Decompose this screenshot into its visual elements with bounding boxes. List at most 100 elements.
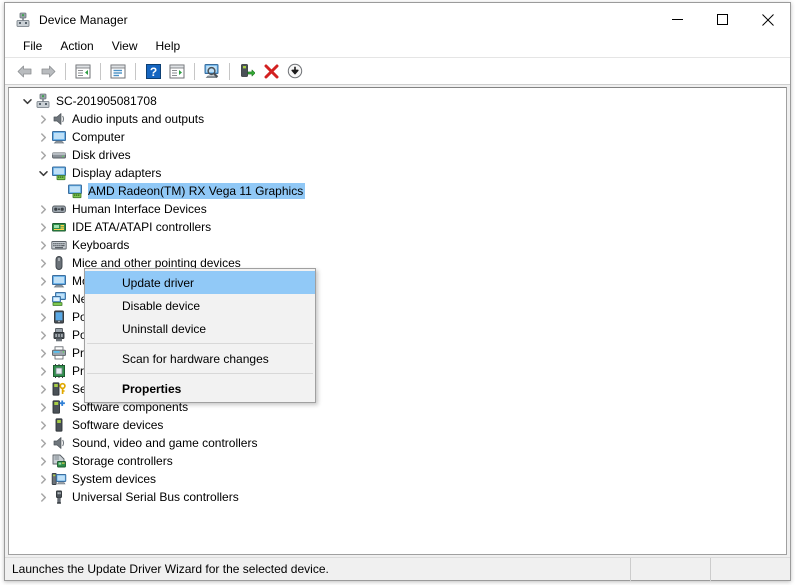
menu-help[interactable]: Help	[147, 37, 190, 56]
context-menu-item-update-driver[interactable]: Update driver	[85, 271, 315, 294]
monitor-icon	[51, 273, 67, 289]
show-action-pane-icon[interactable]	[165, 60, 189, 83]
toolbar-separator	[135, 62, 136, 80]
tree-row-label: Disk drives	[72, 148, 131, 162]
chevron-right-icon[interactable]	[35, 326, 51, 344]
disk-drive-icon	[51, 147, 67, 163]
security-device-icon	[51, 381, 67, 397]
chevron-down-icon[interactable]	[19, 92, 35, 110]
chevron-right-icon[interactable]	[35, 344, 51, 362]
network-adapter-icon	[51, 291, 67, 307]
tree-row-label: Keyboards	[72, 238, 130, 252]
update-driver-icon[interactable]	[235, 60, 259, 83]
tree-row[interactable]: Sound, video and game controllers	[9, 434, 786, 452]
show-hide-console-tree-icon[interactable]	[71, 60, 95, 83]
tree-row-selected[interactable]: AMD Radeon(TM) RX Vega 11 Graphics	[9, 182, 786, 200]
chevron-right-icon[interactable]	[35, 218, 51, 236]
status-bar: Launches the Update Driver Wizard for th…	[5, 557, 790, 581]
display-adapter-icon	[51, 165, 67, 181]
hid-icon	[51, 201, 67, 217]
context-menu-item-uninstall-device[interactable]: Uninstall device	[85, 317, 315, 340]
tree-row-label: IDE ATA/ATAPI controllers	[72, 220, 212, 234]
chevron-right-icon[interactable]	[35, 110, 51, 128]
chevron-right-icon[interactable]	[35, 236, 51, 254]
monitor-icon	[51, 129, 67, 145]
processor-icon	[51, 363, 67, 379]
tree-row[interactable]: Software devices	[9, 416, 786, 434]
chevron-right-icon[interactable]	[35, 128, 51, 146]
tree-row[interactable]: IDE ATA/ATAPI controllers	[9, 218, 786, 236]
help-icon[interactable]: ?	[141, 60, 165, 83]
tree-row-label: Universal Serial Bus controllers	[72, 490, 239, 504]
tree-row[interactable]: System devices	[9, 470, 786, 488]
uninstall-device-icon[interactable]	[259, 60, 283, 83]
port-icon	[51, 327, 67, 343]
chevron-right-icon[interactable]	[35, 146, 51, 164]
menu-view[interactable]: View	[103, 37, 147, 56]
forward-icon[interactable]	[36, 60, 60, 83]
tree-row[interactable]: Human Interface Devices	[9, 200, 786, 218]
menu-file[interactable]: File	[14, 37, 51, 56]
speaker-icon	[51, 111, 67, 127]
menu-separator	[87, 373, 313, 374]
storage-controller-icon	[51, 453, 67, 469]
tree-row-label: Computer	[72, 130, 125, 144]
tree-row[interactable]: Display adapters	[9, 164, 786, 182]
chevron-right-icon[interactable]	[35, 362, 51, 380]
computer-root-icon	[35, 93, 51, 109]
chevron-right-icon[interactable]	[35, 398, 51, 416]
chevron-right-icon[interactable]	[35, 290, 51, 308]
chevron-right-icon[interactable]	[35, 308, 51, 326]
chevron-right-icon[interactable]	[35, 434, 51, 452]
chevron-down-icon[interactable]	[35, 164, 51, 182]
tree-row[interactable]: Universal Serial Bus controllers	[9, 488, 786, 506]
chevron-right-icon[interactable]	[35, 380, 51, 398]
device-manager-window: Device Manager File Action View Help ? S…	[4, 2, 791, 581]
close-button[interactable]	[745, 3, 790, 36]
tree-row-label: Display adapters	[72, 166, 162, 180]
tree-row[interactable]: Computer	[9, 128, 786, 146]
tree-row-label: System devices	[72, 472, 157, 486]
chevron-right-icon[interactable]	[35, 488, 51, 506]
printer-icon	[51, 345, 67, 361]
software-component-icon	[51, 399, 67, 415]
back-icon[interactable]	[12, 60, 36, 83]
context-menu-item-properties[interactable]: Properties	[85, 377, 315, 400]
tree-row[interactable]: Disk drives	[9, 146, 786, 164]
properties-icon[interactable]	[106, 60, 130, 83]
ide-controller-icon	[51, 219, 67, 235]
chevron-right-icon[interactable]	[35, 416, 51, 434]
usb-icon	[51, 489, 67, 505]
context-menu[interactable]: Update driver Disable device Uninstall dev…	[84, 268, 316, 403]
context-menu-item-disable-device[interactable]: Disable device	[85, 294, 315, 317]
title-bar: Device Manager	[5, 3, 790, 36]
system-device-icon	[51, 471, 67, 487]
window-title: Device Manager	[39, 12, 128, 27]
tree-row[interactable]: Keyboards	[9, 236, 786, 254]
tree-row-label: SC-201905081708	[56, 94, 157, 108]
tree-row[interactable]: Storage controllers	[9, 452, 786, 470]
chevron-none	[51, 182, 67, 200]
chevron-right-icon[interactable]	[35, 200, 51, 218]
tree-row-label: Human Interface Devices	[72, 202, 207, 216]
toolbar: ?	[5, 58, 790, 85]
minimize-button[interactable]	[655, 3, 700, 36]
toolbar-separator	[100, 62, 101, 80]
tree-row[interactable]: SC-201905081708	[9, 92, 786, 110]
chevron-right-icon[interactable]	[35, 452, 51, 470]
mouse-icon	[51, 255, 67, 271]
menu-action[interactable]: Action	[51, 37, 102, 56]
maximize-button[interactable]	[700, 3, 745, 36]
chevron-right-icon[interactable]	[35, 470, 51, 488]
status-pane-1	[630, 557, 710, 581]
toolbar-separator	[229, 62, 230, 80]
chevron-right-icon[interactable]	[35, 254, 51, 272]
disable-device-icon[interactable]	[283, 60, 307, 83]
tree-row-label: Software devices	[72, 418, 164, 432]
device-manager-icon	[15, 12, 31, 28]
chevron-right-icon[interactable]	[35, 272, 51, 290]
scan-for-hardware-changes-icon[interactable]	[200, 60, 224, 83]
tree-row[interactable]: Audio inputs and outputs	[9, 110, 786, 128]
context-menu-item-scan-for-hardware-changes[interactable]: Scan for hardware changes	[85, 347, 315, 370]
tree-panel-wrapper: SC-201905081708 Audio inputs and outputs C…	[5, 85, 790, 557]
